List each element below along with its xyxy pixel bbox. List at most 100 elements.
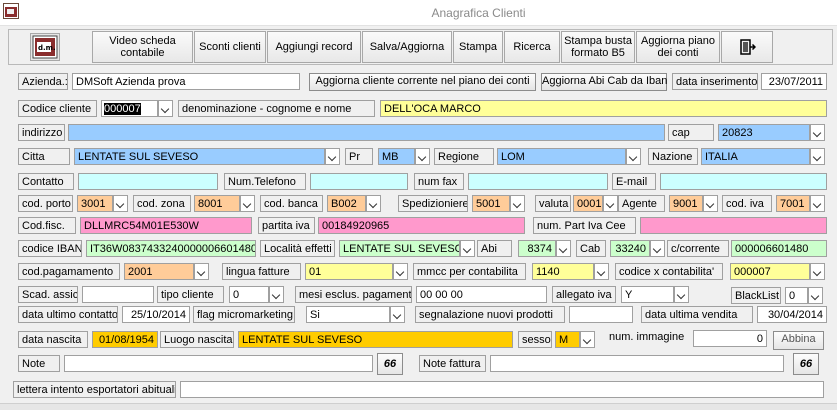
data-ultimo-contatto-field[interactable]: 25/10/2014 <box>122 306 190 323</box>
segnalazione-field[interactable] <box>569 306 633 323</box>
cod-fisc-field[interactable]: DLLMRC54M01E530W <box>80 217 252 234</box>
mmcc-field[interactable]: 1140 <box>532 263 594 280</box>
data-ultima-vendita-field[interactable]: 30/04/2014 <box>757 306 827 323</box>
cab-dropdown[interactable] <box>650 240 665 257</box>
stampa-button[interactable]: Stampa <box>453 31 503 63</box>
localita-effetti-field[interactable]: LENTATE SUL SEVESO <box>339 240 460 257</box>
sesso-label: sesso <box>518 331 552 348</box>
provincia-field[interactable]: MB <box>378 148 415 165</box>
cap-dropdown[interactable] <box>810 124 825 141</box>
denominazione-field[interactable]: DELL'OCA MARCO <box>380 100 827 117</box>
codice-cliente-field[interactable]: 000007 <box>101 100 158 117</box>
cod-iva-field[interactable]: 7001 <box>776 195 810 212</box>
conto-corrente-field[interactable]: 000006601480 <box>731 240 827 257</box>
stampa-busta-button[interactable]: Stampa busta formato B5 <box>561 31 635 63</box>
valuta-label: valuta <box>535 195 571 212</box>
codice-cliente-label: Codice cliente <box>18 100 97 117</box>
flag-micromarketing-dropdown[interactable] <box>390 306 405 323</box>
allegato-iva-label: allegato iva <box>552 286 616 303</box>
note-field[interactable] <box>64 355 373 372</box>
allegato-iva-field[interactable]: Y <box>621 286 674 303</box>
cap-field[interactable]: 20823 <box>718 124 810 141</box>
email-field[interactable] <box>660 173 827 190</box>
logo-button[interactable]: d.m. <box>30 33 60 61</box>
cod-pagamento-dropdown[interactable] <box>194 263 209 280</box>
agente-field[interactable]: 9001 <box>669 195 703 212</box>
svg-text:d.m.: d.m. <box>38 44 56 52</box>
tipo-cliente-field[interactable]: 0 <box>229 286 269 303</box>
sconti-clienti-button[interactable]: Sconti clienti <box>194 31 266 63</box>
abbina-button[interactable]: Abbina <box>773 331 824 350</box>
blacklist-dropdown[interactable] <box>808 287 823 304</box>
salva-aggiorna-button[interactable]: Salva/Aggiorna <box>362 31 452 63</box>
regione-label: Regione <box>434 148 494 165</box>
agente-dropdown[interactable] <box>703 195 718 212</box>
abi-dropdown[interactable] <box>556 240 571 257</box>
abi-field[interactable]: 8374 <box>518 240 556 257</box>
video-scheda-button[interactable]: Video scheda contabile <box>92 31 193 63</box>
telefono-field[interactable] <box>310 173 408 190</box>
localita-effetti-label: Località effetti <box>260 240 335 257</box>
aggiorna-piano-button[interactable]: Aggiorna piano dei conti <box>636 31 720 63</box>
codice-contabilita-field[interactable]: 000007 <box>730 263 810 280</box>
indirizzo-field[interactable] <box>68 124 665 141</box>
data-ultima-vendita-label: data ultima vendita <box>641 306 753 323</box>
cod-zona-dropdown[interactable] <box>240 195 255 212</box>
cod-porto-field[interactable]: 3001 <box>77 195 113 212</box>
fax-field[interactable] <box>468 173 608 190</box>
mmcc-dropdown[interactable] <box>594 263 609 280</box>
nazione-field[interactable]: ITALIA <box>701 148 810 165</box>
lingua-fatture-dropdown[interactable] <box>393 263 408 280</box>
ricerca-button[interactable]: Ricerca <box>504 31 560 63</box>
scad-assic-field[interactable] <box>82 286 154 303</box>
sesso-field[interactable]: M <box>555 331 580 348</box>
part-iva-cee-field[interactable] <box>640 217 827 234</box>
provincia-dropdown[interactable] <box>415 148 430 165</box>
azienda-field[interactable]: DMSoft Azienda prova <box>72 73 300 90</box>
note-fattura-glasses-button[interactable]: 66 <box>793 353 819 375</box>
cod-zona-field[interactable]: 8001 <box>194 195 240 212</box>
contatto-field[interactable] <box>78 173 218 190</box>
data-nascita-field[interactable]: 01/08/1954 <box>92 331 158 348</box>
cab-field[interactable]: 33240 <box>610 240 650 257</box>
spedizioniere-dropdown[interactable] <box>510 195 525 212</box>
lingua-fatture-label: lingua fatture <box>222 263 301 280</box>
cod-pagamento-field[interactable]: 2001 <box>124 263 194 280</box>
dm-logo-icon: d.m. <box>32 35 58 59</box>
lettera-intento-field[interactable] <box>180 381 824 398</box>
localita-effetti-dropdown[interactable] <box>460 240 475 257</box>
codice-cliente-dropdown[interactable] <box>158 100 173 117</box>
aggiorna-cliente-button[interactable]: Aggiorna cliente corrente nel piano dei … <box>309 73 536 91</box>
partita-iva-field[interactable]: 00184920965 <box>318 217 525 234</box>
valuta-field[interactable]: 0001 <box>573 195 603 212</box>
note-glasses-button[interactable]: 66 <box>377 353 403 375</box>
iban-field[interactable]: IT36W0837433240000006601480 <box>86 240 256 257</box>
blacklist-field[interactable]: 0 <box>785 287 808 304</box>
flag-micromarketing-field[interactable]: Si <box>306 306 390 323</box>
cod-banca-dropdown[interactable] <box>366 195 381 212</box>
codice-contabilita-dropdown[interactable] <box>810 263 825 280</box>
aggiungi-record-button[interactable]: Aggiungi record <box>267 31 361 63</box>
citta-dropdown[interactable] <box>325 148 340 165</box>
spedizioniere-field[interactable]: 5001 <box>472 195 510 212</box>
lingua-fatture-field[interactable]: 01 <box>305 263 393 280</box>
sesso-dropdown[interactable] <box>580 331 595 348</box>
valuta-dropdown[interactable] <box>603 195 618 212</box>
cod-porto-dropdown[interactable] <box>113 195 128 212</box>
exit-button[interactable] <box>721 31 773 63</box>
luogo-nascita-field[interactable]: LENTATE SUL SEVESO <box>238 331 513 348</box>
note-fattura-field[interactable] <box>490 355 784 372</box>
tipo-cliente-dropdown[interactable] <box>269 286 284 303</box>
cod-iva-dropdown[interactable] <box>810 195 825 212</box>
citta-field[interactable]: LENTATE SUL SEVESO <box>74 148 325 165</box>
allegato-iva-dropdown[interactable] <box>674 286 689 303</box>
aggiorna-abi-cab-button[interactable]: Aggiorna Abi Cab da Iban <box>541 73 667 91</box>
num-immagine-field[interactable]: 0 <box>693 330 767 347</box>
mmcc-label: mmcc per contabilita <box>413 263 526 280</box>
data-inserimento-field[interactable]: 23/07/2011 <box>761 73 827 90</box>
regione-dropdown[interactable] <box>626 148 641 165</box>
nazione-dropdown[interactable] <box>810 148 825 165</box>
mesi-esclus-field[interactable]: 00 00 00 <box>416 286 547 303</box>
cod-banca-field[interactable]: B002 <box>327 195 366 212</box>
regione-field[interactable]: LOM <box>497 148 626 165</box>
